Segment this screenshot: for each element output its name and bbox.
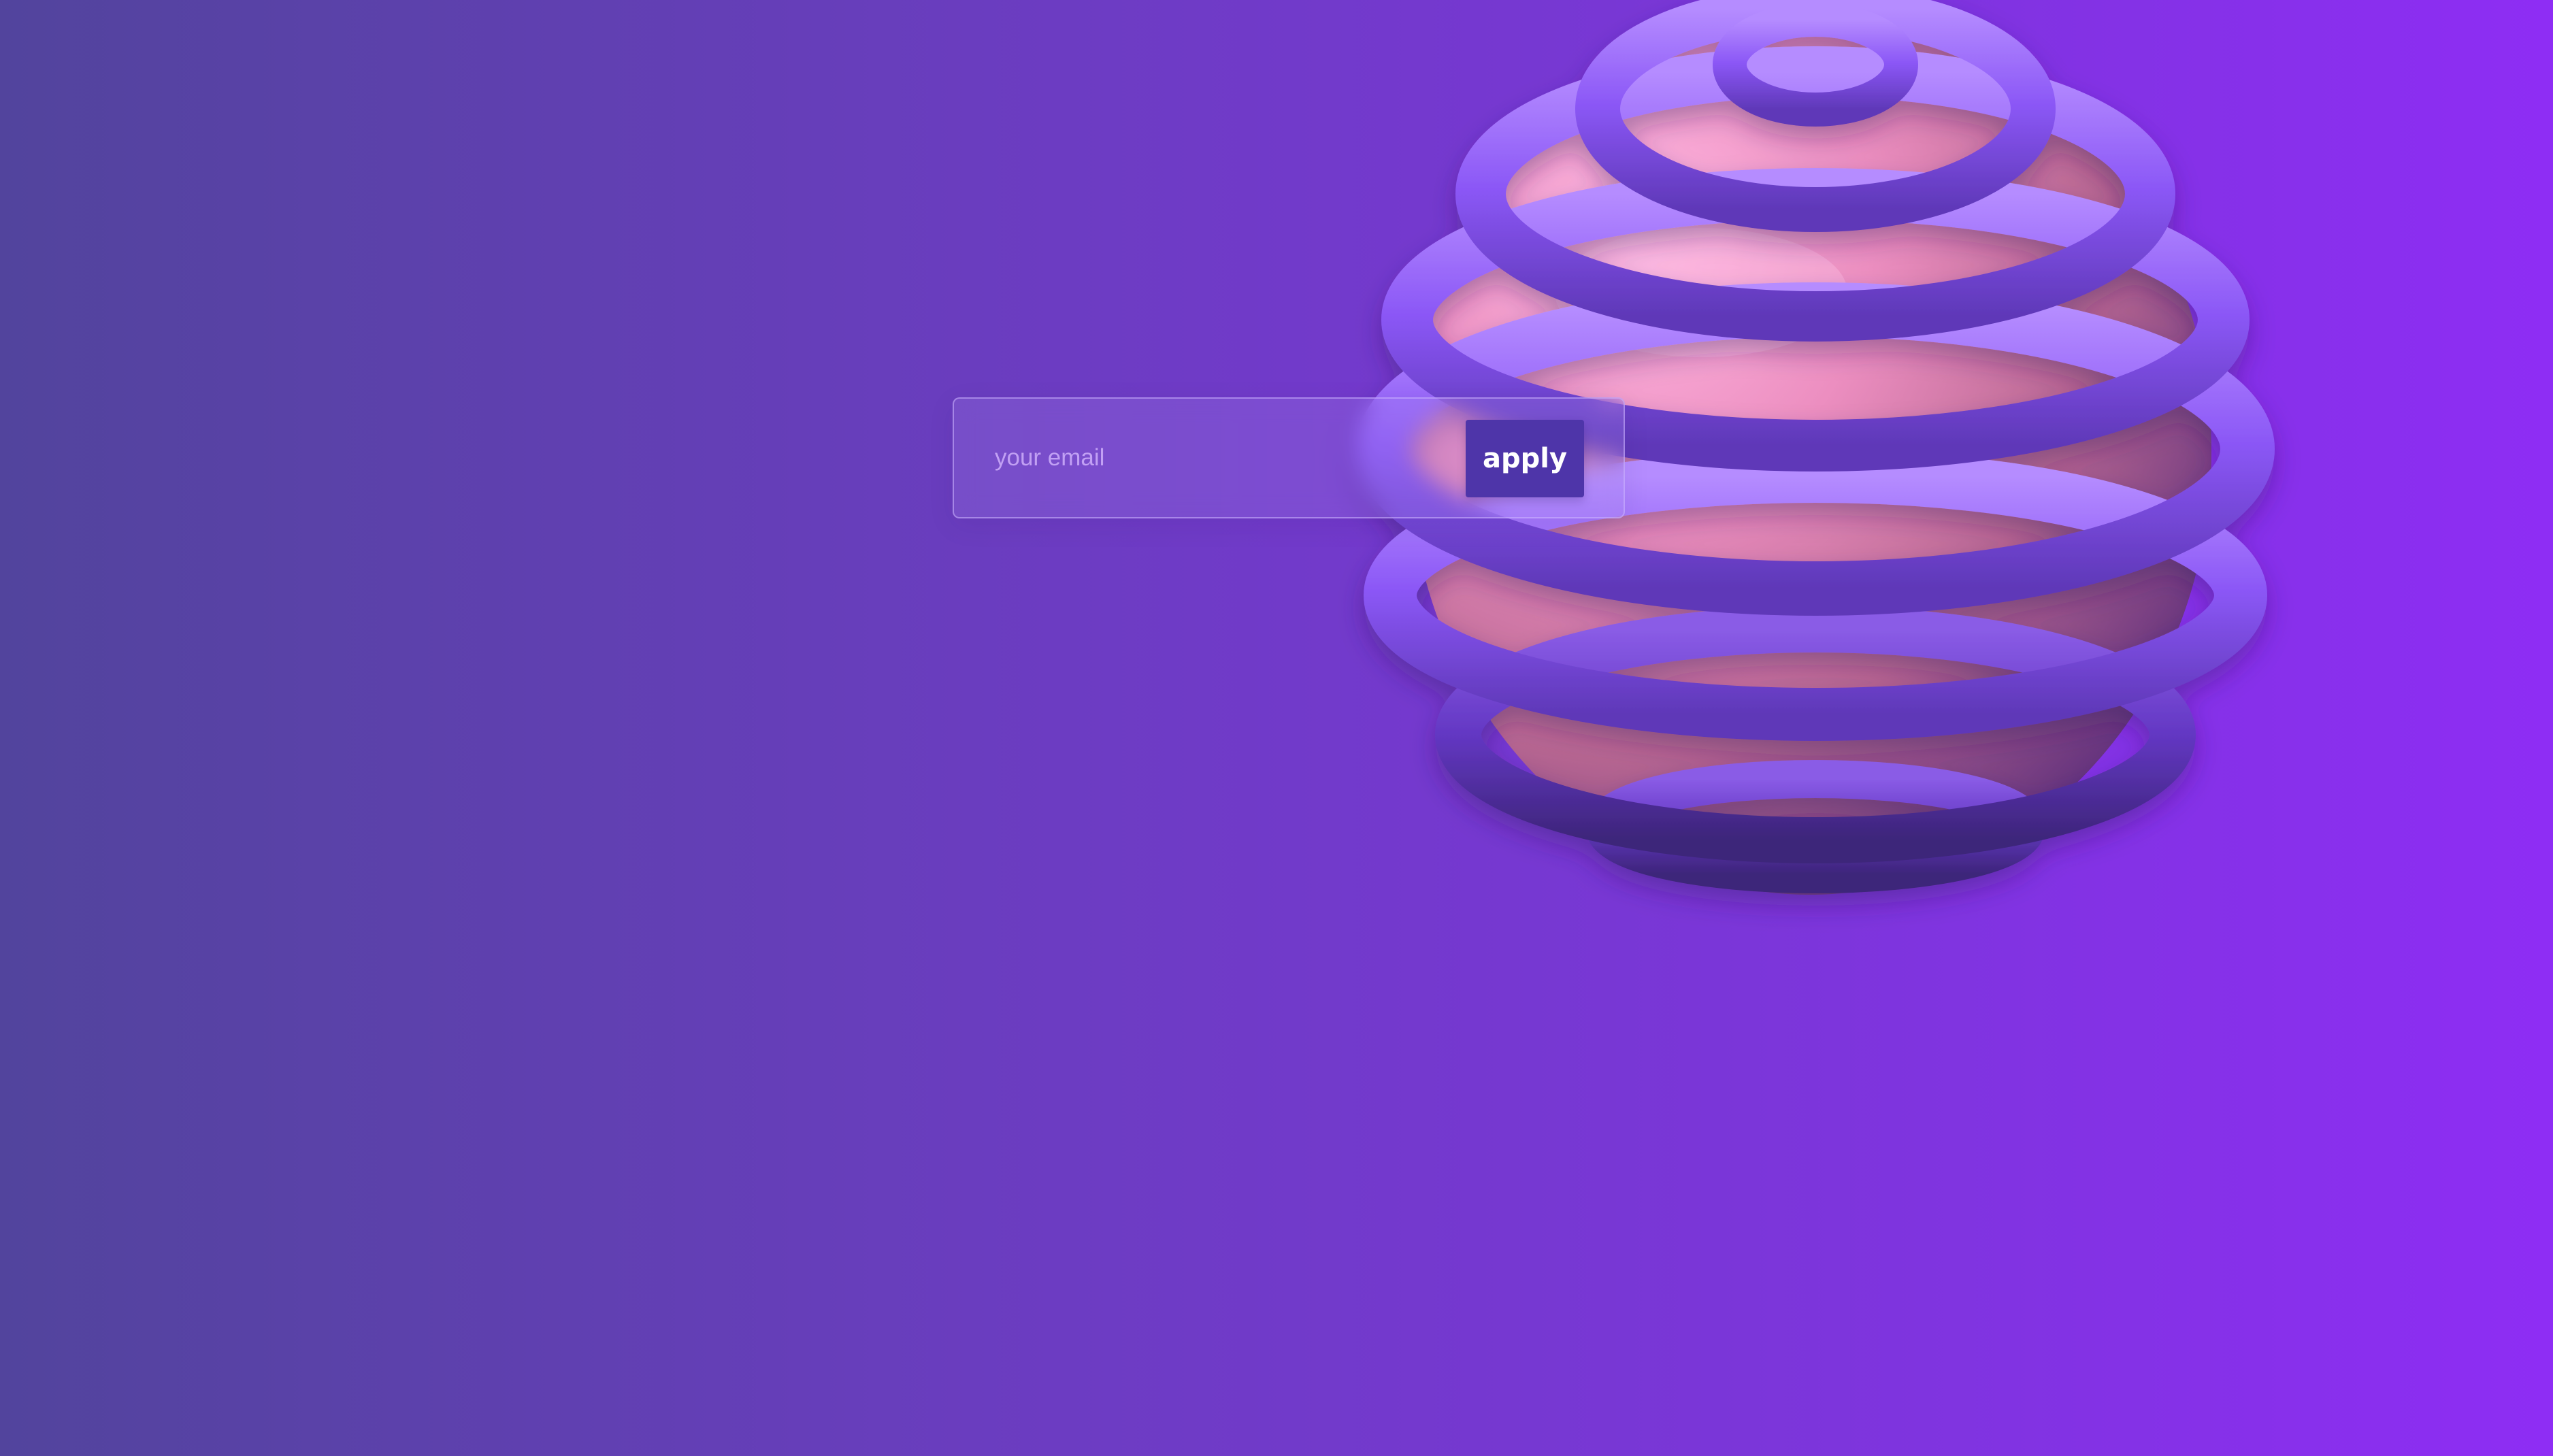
email-input[interactable] [995, 434, 1417, 482]
apply-button[interactable]: apply [1466, 420, 1584, 497]
email-signup-form: apply [953, 397, 1625, 518]
page-background: apply [0, 0, 2553, 1456]
ringed-sphere-graphic [1356, 0, 2275, 895]
